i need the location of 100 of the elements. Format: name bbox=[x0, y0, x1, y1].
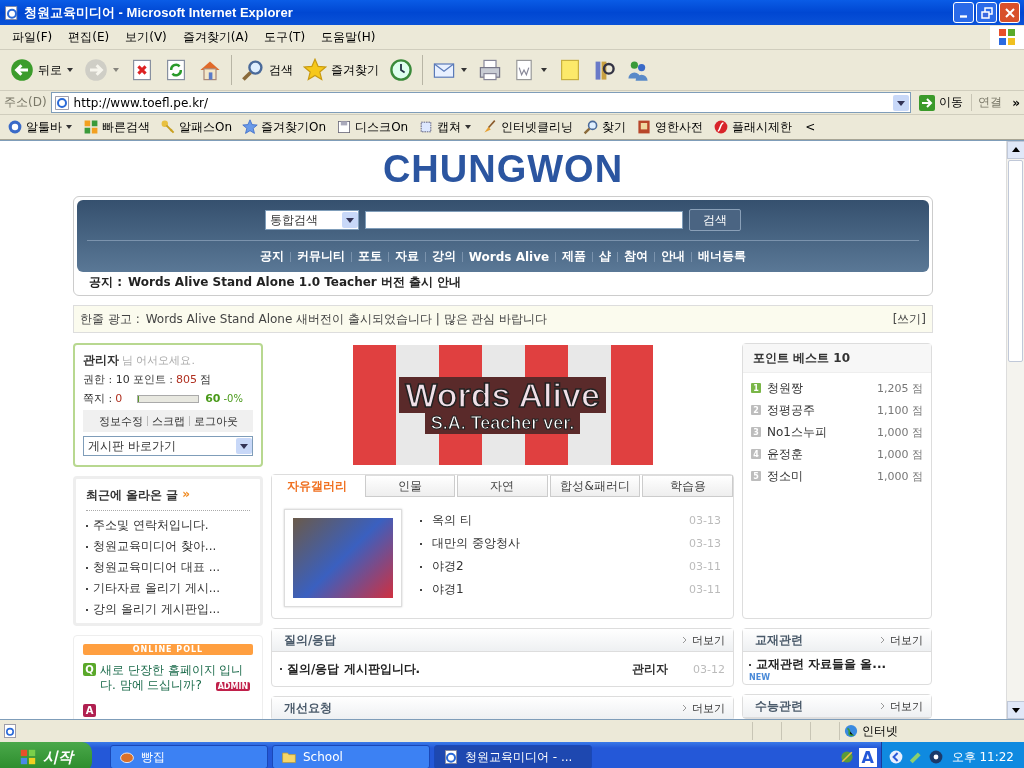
taskbar-button[interactable]: 청원교육미디어 - ... bbox=[434, 745, 592, 768]
toolbar-button[interactable]: 즐겨찾기 bbox=[299, 56, 383, 84]
scroll-down-icon[interactable] bbox=[1007, 701, 1024, 719]
post-link[interactable]: 주소및 연락처입니다. bbox=[93, 517, 209, 534]
start-button[interactable]: 시작 bbox=[0, 742, 92, 768]
links-bar-button[interactable]: 캡쳐 bbox=[413, 118, 478, 136]
taskbar-button[interactable]: 빵집 bbox=[110, 745, 268, 768]
gallery-tab[interactable]: 인물 bbox=[364, 475, 456, 497]
account-link[interactable]: 스크랩 bbox=[151, 413, 185, 429]
note-icon bbox=[558, 58, 582, 82]
menu-item[interactable]: 파일(F) bbox=[4, 28, 61, 46]
collapse-chevron[interactable]: < bbox=[797, 120, 824, 134]
nav-link[interactable]: 안내 bbox=[655, 248, 692, 265]
links-bar-button[interactable]: 즐겨찾기On bbox=[237, 118, 332, 136]
site-logo[interactable]: CHUNGWON bbox=[73, 141, 933, 196]
caret-icon[interactable] bbox=[540, 66, 548, 74]
menu-item[interactable]: 도움말(H) bbox=[313, 28, 384, 46]
gallery-tab[interactable]: 자연 bbox=[457, 475, 548, 497]
nav-link[interactable]: 참여 bbox=[618, 248, 655, 265]
restore-button[interactable] bbox=[976, 2, 997, 23]
scroll-up-icon[interactable] bbox=[1007, 141, 1024, 159]
nav-link[interactable]: 강의 bbox=[425, 248, 462, 265]
panel-title: 최근에 올라온 글 bbox=[86, 487, 179, 504]
chevron-right-icon bbox=[880, 702, 886, 710]
nav-link[interactable]: 제품 bbox=[556, 248, 593, 265]
links-bar-button[interactable]: 영한사전 bbox=[631, 118, 709, 136]
menu-item[interactable]: 도구(T) bbox=[256, 28, 314, 46]
post-date: 03-13 bbox=[689, 514, 721, 527]
menu-item[interactable]: 편집(E) bbox=[60, 28, 118, 46]
ad-text: Words Alive Stand Alone 새버전이 출시되었습니다 | 많은 관심 바랍니다 bbox=[145, 310, 549, 328]
links-bar-button[interactable]: 알패스On bbox=[155, 118, 238, 136]
menu-item[interactable]: 즐겨찾기(A) bbox=[174, 28, 257, 46]
links-label[interactable]: 연결 bbox=[971, 94, 1009, 111]
toolbar-button[interactable]: 뒤로 bbox=[6, 56, 78, 84]
post-date: 03-11 bbox=[689, 583, 721, 596]
go-button[interactable]: 이동 bbox=[915, 94, 968, 111]
more-link[interactable]: 더보기 bbox=[890, 698, 923, 714]
caret-icon[interactable] bbox=[464, 123, 473, 131]
search-scope-select[interactable]: 통합검색 bbox=[265, 210, 359, 230]
gallery-tab[interactable]: 합성&패러디 bbox=[549, 475, 641, 497]
toolbar-button[interactable]: 검색 bbox=[237, 56, 297, 84]
links-bar-button[interactable]: 찾기 bbox=[578, 118, 632, 136]
search-button[interactable]: 검색 bbox=[689, 209, 741, 231]
post-link[interactable]: 야경1 bbox=[432, 581, 464, 598]
links-bar-button[interactable]: 빠른검색 bbox=[78, 118, 155, 136]
points-value: 805 bbox=[175, 373, 197, 386]
nav-link[interactable]: 샵 bbox=[593, 248, 618, 265]
post-link[interactable]: 질의/응답 게시판입니다. bbox=[287, 660, 628, 678]
post-link[interactable]: 청원교육미디어 대표 ... bbox=[93, 559, 221, 576]
links-bar-button[interactable]: 알툴바 bbox=[2, 118, 78, 136]
post-link[interactable]: 대만의 중앙청사 bbox=[432, 535, 520, 552]
post-link[interactable]: 강의 올리기 게시판입... bbox=[93, 601, 221, 618]
nav-link[interactable]: 포토 bbox=[351, 248, 388, 265]
question-icon: Q bbox=[83, 663, 96, 676]
nav-link[interactable]: 커뮤니티 bbox=[290, 248, 351, 265]
search-field[interactable] bbox=[365, 211, 683, 229]
post-link[interactable]: 교재관련 자료들을 올... bbox=[756, 656, 925, 673]
caret-icon[interactable] bbox=[66, 66, 74, 74]
account-link[interactable]: 정보수정 bbox=[98, 413, 143, 429]
chevron-right-icon bbox=[880, 636, 886, 644]
member-points: 1,000 점 bbox=[877, 468, 923, 484]
input-method-indicator[interactable]: A bbox=[858, 747, 877, 767]
nav-link[interactable]: Words Alive bbox=[462, 249, 556, 264]
minimize-button[interactable] bbox=[953, 2, 974, 23]
links-bar-button[interactable]: 인터넷클리닝 bbox=[477, 118, 579, 136]
folder-icon bbox=[281, 749, 297, 765]
notice-link[interactable]: Words Alive Stand Alone 1.0 Teacher 버전 출시 안내 bbox=[128, 273, 462, 291]
post-link[interactable]: 기타자료 올리기 게시... bbox=[93, 580, 221, 597]
nav-link[interactable]: 배너등록 bbox=[692, 248, 753, 265]
page-icon bbox=[53, 94, 70, 111]
rank-badge: 1 bbox=[751, 383, 761, 393]
nav-link[interactable]: 공지 bbox=[253, 248, 290, 265]
banner-image[interactable]: Words Alive S.A. Teacher ver. bbox=[352, 345, 653, 465]
taskbar-button[interactable]: School bbox=[272, 745, 430, 768]
caret-icon[interactable] bbox=[65, 123, 73, 131]
post-link[interactable]: 옥의 티 bbox=[432, 512, 472, 529]
close-icon bbox=[1003, 6, 1016, 19]
post-link[interactable]: 야경2 bbox=[432, 558, 464, 575]
address-field[interactable]: http://www.toefl.pe.kr/ bbox=[50, 92, 912, 113]
account-link[interactable]: 로그아웃 bbox=[193, 413, 238, 429]
vertical-scrollbar[interactable] bbox=[1006, 141, 1024, 719]
more-link[interactable]: 더보기 bbox=[692, 632, 725, 648]
caret-icon[interactable] bbox=[460, 66, 468, 74]
menu-item[interactable]: 보기(V) bbox=[117, 28, 175, 46]
chevron-left-icon[interactable] bbox=[887, 749, 904, 765]
close-button[interactable] bbox=[999, 2, 1020, 23]
nav-link[interactable]: 자료 bbox=[388, 248, 425, 265]
admin-badge: ADMIN bbox=[215, 682, 251, 691]
write-link[interactable]: [쓰기] bbox=[892, 310, 926, 328]
key-icon bbox=[160, 119, 176, 135]
post-link[interactable]: 청원교육미디어 찾아... bbox=[93, 538, 217, 555]
links-bar-button[interactable]: 플래시제한 bbox=[708, 118, 798, 136]
rank-badge: 5 bbox=[751, 471, 761, 481]
security-zone: 인터넷 bbox=[862, 722, 898, 740]
links-bar-button[interactable]: 디스크On bbox=[331, 118, 414, 136]
more-link[interactable]: 더보기 bbox=[890, 632, 923, 648]
board-select[interactable]: 게시판 바로가기 bbox=[83, 436, 253, 456]
more-link[interactable]: 더보기 bbox=[692, 700, 725, 716]
gallery-tab[interactable]: 학습용 bbox=[642, 475, 733, 497]
overflow-chevron[interactable]: » bbox=[1012, 95, 1020, 110]
